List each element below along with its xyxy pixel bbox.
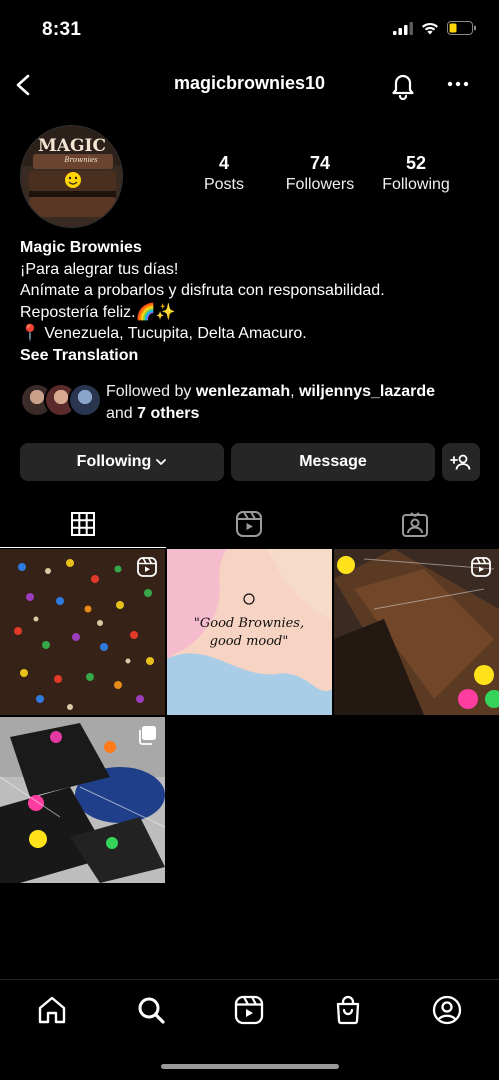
posts-count-label: Posts (203, 176, 244, 193)
grid-icon (71, 511, 95, 536)
mutual-followers-avatars (20, 383, 102, 419)
shop-icon[interactable] (332, 994, 364, 1026)
post-thumbnail[interactable] (334, 549, 499, 715)
followers-count-label: Followers (285, 176, 355, 193)
profile-actions: Following Message (20, 443, 480, 481)
bio-line: Anímate a probarlos y disfruta con respo… (20, 282, 385, 299)
profile-avatar[interactable]: MAGIC Brownies (20, 125, 123, 228)
following-button-label: Following (76, 453, 152, 470)
mutual-follower-link[interactable]: wenlezamah (196, 383, 290, 400)
followers-count[interactable]: 74 Followers (272, 152, 368, 196)
following-count-value: 52 (405, 153, 427, 173)
post-thumbnail[interactable] (0, 717, 165, 883)
status-icons (393, 21, 477, 35)
following-count-label: Following (382, 176, 450, 193)
posts-count-value: 4 (218, 153, 229, 173)
good-brownies-graphic: "Good Brownies, good mood" (167, 549, 332, 715)
tab-reels[interactable] (166, 500, 332, 548)
profile-display-name: Magic Brownies (20, 239, 142, 256)
add-user-icon (450, 454, 471, 470)
see-translation-link[interactable]: See Translation (20, 345, 480, 367)
message-button-label: Message (299, 453, 367, 470)
svg-text:MAGIC: MAGIC (38, 136, 106, 156)
suggested-users-button[interactable] (442, 443, 480, 481)
post-thumbnail[interactable] (0, 549, 165, 715)
home-icon[interactable] (36, 994, 68, 1026)
svg-text:good mood": good mood" (210, 634, 289, 649)
avatar (68, 383, 102, 417)
bio-line: ¡Para alegrar tus días! (20, 260, 179, 278)
followed-by-section[interactable]: Followed by wenlezamah, wiljennys_lazard… (20, 381, 480, 425)
carousel-badge-icon (139, 726, 156, 745)
mutual-follower-link[interactable]: wiljennys_lazarde (299, 383, 435, 400)
profile-top-bar: magicbrownies10 (0, 62, 499, 108)
followed-by-text: Followed by wenlezamah, wiljennys_lazard… (106, 383, 436, 422)
svg-text:Brownies: Brownies (63, 156, 98, 164)
tagged-icon (402, 512, 428, 537)
battery-icon (447, 21, 476, 35)
message-button[interactable]: Message (231, 443, 435, 481)
profile-icon[interactable] (431, 994, 463, 1026)
reel-badge-icon (137, 557, 157, 577)
profile-username: magicbrownies10 (173, 73, 326, 93)
posts-count[interactable]: 4 Posts (176, 152, 272, 196)
home-indicator[interactable] (161, 1064, 339, 1069)
reel-badge-icon (471, 557, 491, 577)
following-count[interactable]: 52 Following (368, 152, 464, 196)
following-button[interactable]: Following (20, 443, 224, 481)
notification-bell-icon[interactable] (389, 70, 417, 100)
chevron-down-icon (156, 459, 167, 465)
more-options-icon[interactable] (445, 74, 471, 94)
bottom-navigation (0, 979, 499, 1041)
cellular-signal-icon (393, 21, 413, 35)
avatar-brownie-image: MAGIC Brownies (21, 126, 122, 227)
bio-location: 📍 Venezuela, Tucupita, Delta Amacuro. (20, 325, 307, 342)
profile-bio: Magic Brownies ¡Para alegrar tus días! A… (20, 237, 480, 366)
wifi-icon (422, 22, 438, 34)
profile-content-tabs (0, 500, 499, 548)
reels-icon (236, 511, 262, 537)
search-icon[interactable] (135, 994, 167, 1026)
followers-count-value: 74 (309, 153, 331, 173)
post-thumbnail[interactable]: "Good Brownies, good mood" (167, 549, 332, 715)
tab-posts-grid[interactable] (0, 500, 166, 548)
svg-text:"Good Brownies,: "Good Brownies, (194, 616, 304, 631)
bio-line: Repostería feliz.🌈✨ (20, 303, 176, 321)
status-time: 8:31 (42, 19, 82, 40)
reels-icon[interactable] (233, 994, 265, 1026)
tab-tagged[interactable] (332, 500, 498, 548)
status-bar: 8:31 (0, 0, 499, 60)
others-link[interactable]: 7 others (137, 405, 199, 422)
profile-stats: 4 Posts 74 Followers 52 Following (176, 152, 466, 196)
